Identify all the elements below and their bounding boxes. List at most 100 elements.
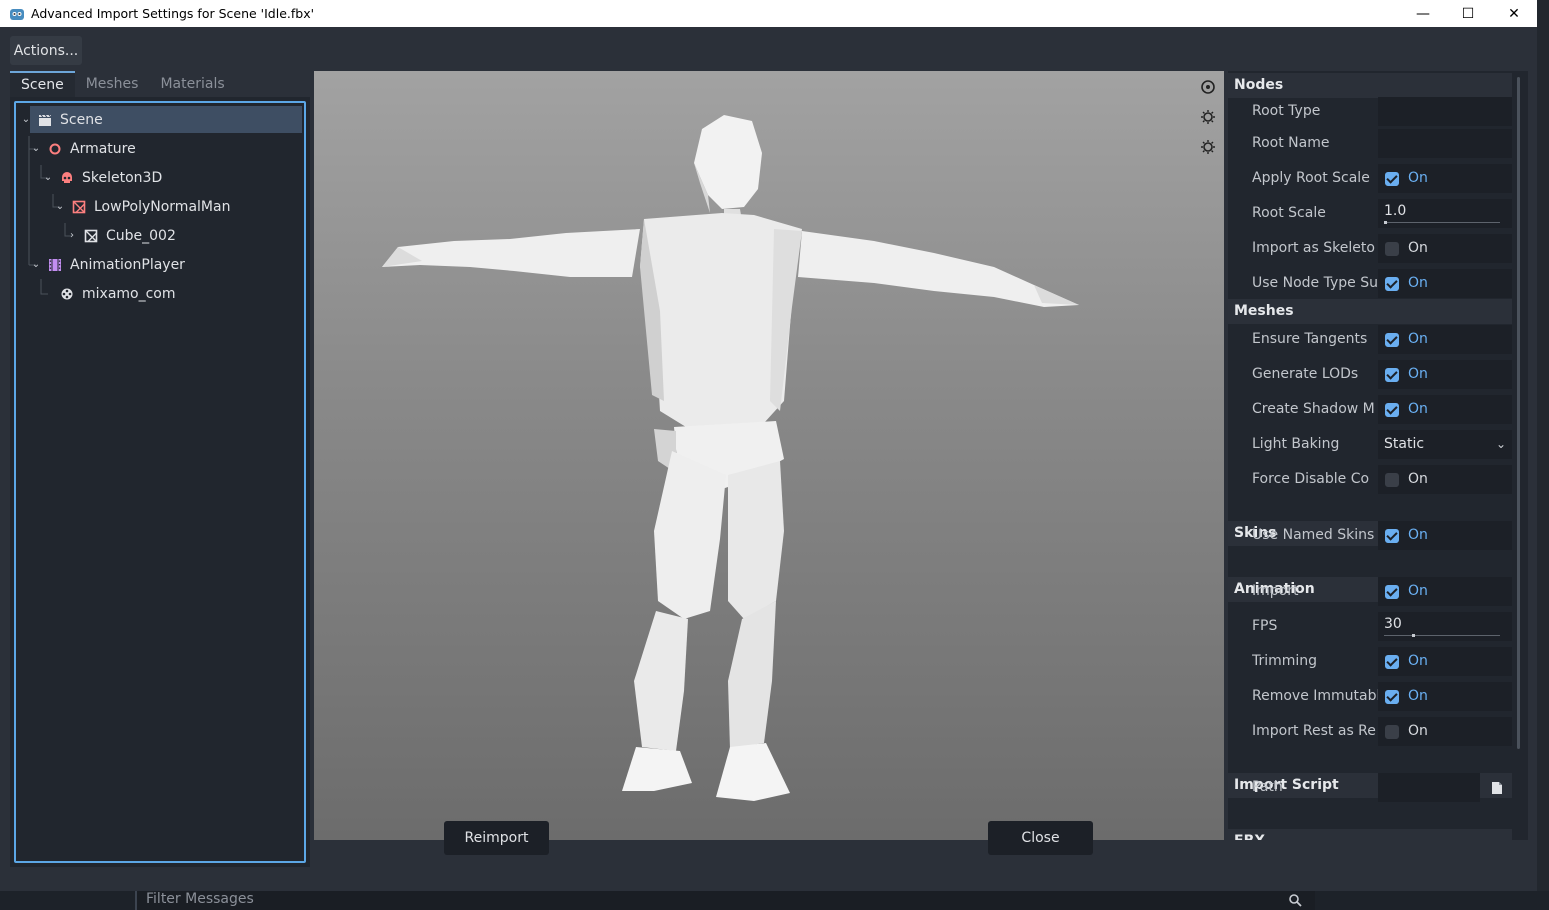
prop-use-named-skins: Use Named Skins On xyxy=(1228,519,1512,552)
prop-label: Root Type xyxy=(1252,103,1321,119)
checkbox-checked-icon xyxy=(1385,403,1399,417)
slider-track[interactable] xyxy=(1384,221,1500,224)
light-toggle-1-icon[interactable] xyxy=(1200,109,1216,125)
slider-knob[interactable] xyxy=(1384,221,1387,224)
checkbox-unchecked-icon xyxy=(1385,473,1399,487)
inspector-scrollbar[interactable] xyxy=(1517,77,1520,749)
remove-immutable-tracks-checkbox[interactable]: On xyxy=(1378,682,1512,711)
slider-track[interactable] xyxy=(1384,634,1500,637)
slider-knob[interactable] xyxy=(1412,634,1415,637)
minimize-button[interactable]: — xyxy=(1400,0,1446,27)
import-as-skeleton-checkbox[interactable]: On xyxy=(1378,234,1512,263)
ensure-tangents-checkbox[interactable]: On xyxy=(1378,325,1512,354)
animation-import-checkbox[interactable]: On xyxy=(1378,577,1512,606)
tree-item-skeleton3d[interactable]: ⌄ Skeleton3D xyxy=(42,164,162,191)
section-meshes[interactable]: Meshes xyxy=(1228,299,1512,324)
tab-scene[interactable]: Scene xyxy=(10,71,75,97)
checkbox-checked-icon xyxy=(1385,368,1399,382)
prop-ensure-tangents: Ensure Tangents On xyxy=(1228,323,1512,356)
window-title: Advanced Import Settings for Scene 'Idle… xyxy=(31,6,315,21)
chevron-right-icon[interactable]: › xyxy=(66,230,78,241)
chevron-down-icon[interactable]: ⌄ xyxy=(54,201,66,212)
prop-remove-immutable-tracks: Remove Immutabl On xyxy=(1228,680,1512,713)
prop-label: Light Baking xyxy=(1252,436,1340,452)
root-scale-slider[interactable]: 1.0 xyxy=(1378,199,1512,228)
filter-messages-input[interactable]: Filter Messages xyxy=(135,891,1315,910)
create-shadow-meshes-checkbox[interactable]: On xyxy=(1378,395,1512,424)
mesh-icon xyxy=(84,229,98,242)
actions-menu-button[interactable]: Actions... xyxy=(10,36,82,65)
prop-script-path: Path xyxy=(1228,771,1512,804)
prop-label: Path xyxy=(1252,779,1283,795)
root-type-field[interactable] xyxy=(1378,97,1512,126)
prop-label: Force Disable Co xyxy=(1252,471,1370,487)
script-path-field[interactable] xyxy=(1378,773,1480,802)
chevron-down-icon[interactable]: ⌄ xyxy=(42,172,54,183)
animation-icon xyxy=(61,288,73,299)
prop-fps: FPS 30 xyxy=(1228,610,1512,643)
scene-tree[interactable]: ⌄ Scene ⌄ Armature ⌄ Skeleton3D ⌄ LowPol… xyxy=(14,101,306,863)
tree-item-cube-002[interactable]: › Cube_002 xyxy=(66,222,176,249)
light-baking-select[interactable]: Static ⌄ xyxy=(1378,430,1512,459)
apply-root-scale-checkbox[interactable]: On xyxy=(1378,164,1512,193)
tab-materials[interactable]: Materials xyxy=(149,71,235,97)
tree-item-mixamo-com[interactable]: mixamo_com xyxy=(60,280,176,307)
generate-lods-checkbox[interactable]: On xyxy=(1378,360,1512,389)
minimize-icon: — xyxy=(1416,5,1430,22)
trimming-checkbox[interactable]: On xyxy=(1378,647,1512,676)
tree-item-scene[interactable]: ⌄ Scene xyxy=(22,106,302,133)
prop-light-baking: Light Baking Static ⌄ xyxy=(1228,428,1512,461)
tree-item-armature[interactable]: ⌄ Armature xyxy=(30,135,136,162)
close-window-button[interactable]: ✕ xyxy=(1491,0,1537,27)
prop-label: Import as Skeleto xyxy=(1252,240,1375,256)
use-node-type-suffixes-checkbox[interactable]: On xyxy=(1378,269,1512,298)
maximize-button[interactable]: ☐ xyxy=(1445,0,1491,27)
prop-label: Generate LODs xyxy=(1252,366,1359,382)
prop-label: Import Rest as Re xyxy=(1252,723,1376,739)
tab-meshes[interactable]: Meshes xyxy=(75,71,150,97)
use-named-skins-checkbox[interactable]: On xyxy=(1378,521,1512,550)
fps-slider[interactable]: 30 xyxy=(1378,612,1512,641)
skull-icon xyxy=(62,171,72,183)
prop-import-as-skeleton: Import as Skeleto On xyxy=(1228,232,1512,265)
import-inspector[interactable]: Nodes Root Type Root Name Apply Root Sca… xyxy=(1228,71,1528,840)
tree-item-animationplayer[interactable]: ⌄ AnimationPlayer xyxy=(30,251,185,278)
chevron-down-icon[interactable]: ⌄ xyxy=(30,143,42,154)
file-browse-icon[interactable] xyxy=(1490,781,1504,795)
checkbox-unchecked-icon xyxy=(1385,725,1399,739)
tree-item-label: Skeleton3D xyxy=(82,169,163,186)
force-disable-compression-checkbox[interactable]: On xyxy=(1378,465,1512,494)
view-rotate-icon[interactable] xyxy=(1200,79,1216,95)
output-filter-bar: Filter Messages xyxy=(0,891,1549,910)
section-fbx[interactable]: FBX xyxy=(1228,829,1512,840)
prop-root-scale: Root Scale 1.0 xyxy=(1228,197,1512,230)
maximize-icon: ☐ xyxy=(1461,5,1475,22)
checkbox-unchecked-icon xyxy=(1385,242,1399,256)
3d-preview-viewport[interactable] xyxy=(314,71,1224,840)
prop-root-name: Root Name xyxy=(1228,127,1512,160)
film-icon xyxy=(49,258,61,271)
checkbox-checked-icon xyxy=(1385,655,1399,669)
checkbox-checked-icon xyxy=(1385,333,1399,347)
tree-item-lowpolynormalman[interactable]: ⌄ LowPolyNormalMan xyxy=(54,193,231,220)
import-rest-as-reset-checkbox[interactable]: On xyxy=(1378,717,1512,746)
light-toggle-2-icon[interactable] xyxy=(1200,139,1216,155)
tree-item-label: AnimationPlayer xyxy=(70,256,185,273)
root-name-field[interactable] xyxy=(1378,129,1512,158)
checkbox-checked-icon xyxy=(1385,585,1399,599)
chevron-down-icon[interactable]: ⌄ xyxy=(30,259,42,270)
close-button[interactable]: Close xyxy=(988,821,1093,855)
tree-item-label: mixamo_com xyxy=(82,285,176,302)
chevron-down-icon[interactable]: ⌄ xyxy=(20,114,32,125)
prop-import-rest-as-reset: Import Rest as Re On xyxy=(1228,715,1512,748)
clapperboard-icon xyxy=(39,114,52,126)
search-icon xyxy=(1289,894,1302,907)
prop-label: Use Node Type Su xyxy=(1252,275,1378,291)
reimport-button[interactable]: Reimport xyxy=(444,821,549,855)
background-editor-strip xyxy=(1537,0,1549,910)
prop-label: Create Shadow M xyxy=(1252,401,1375,417)
character-model xyxy=(382,115,1079,801)
chevron-down-icon: ⌄ xyxy=(1495,437,1506,451)
prop-label: Import xyxy=(1252,583,1299,599)
close-icon: ✕ xyxy=(1508,5,1520,22)
